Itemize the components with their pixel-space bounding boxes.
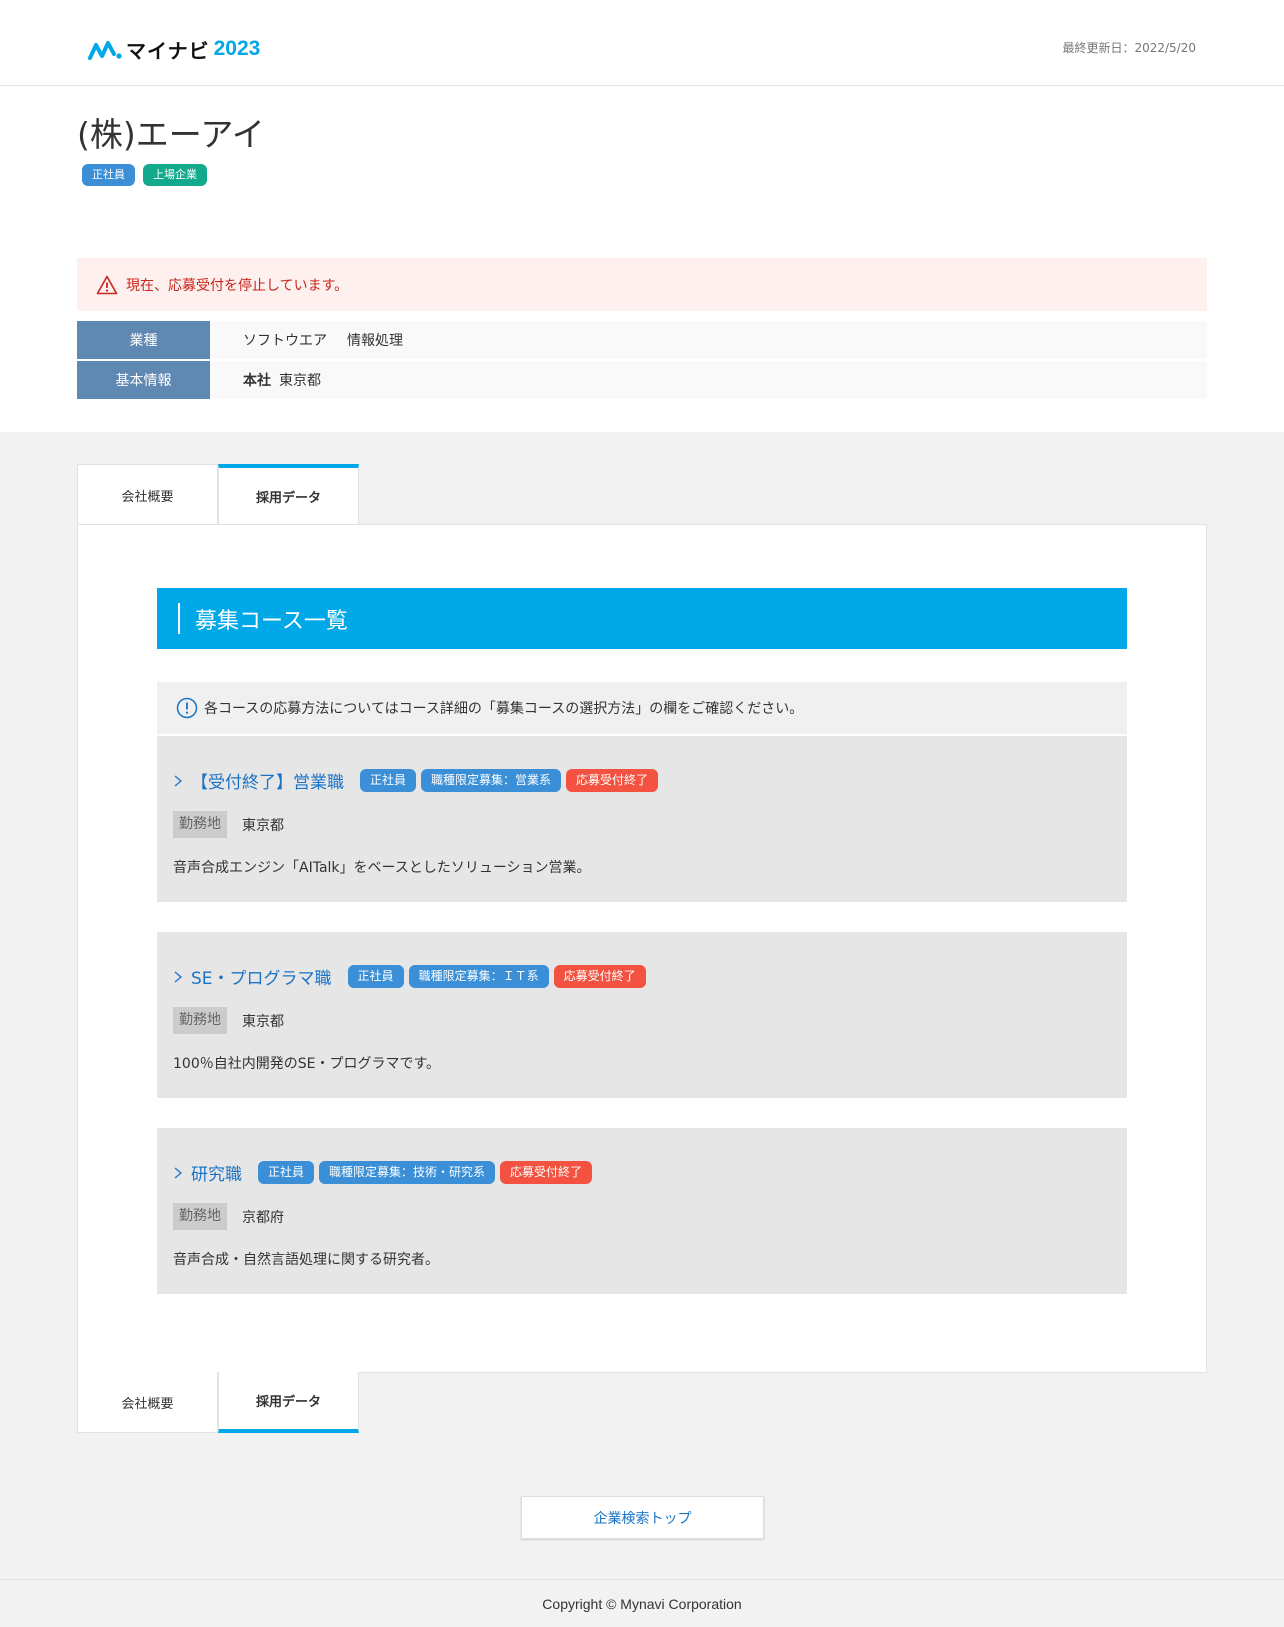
- tab-recruit-data[interactable]: 採用データ: [218, 1372, 359, 1433]
- info-label-industry: 業種: [77, 321, 210, 359]
- footer-copyright: Copyright © Mynavi Corporation: [0, 1579, 1284, 1627]
- logo-name: マイナビ: [126, 38, 210, 63]
- tag-employment: 正社員: [258, 1161, 315, 1184]
- alert-text: 現在、応募受付を停止しています。: [126, 277, 349, 294]
- logo-year: 2023: [213, 37, 261, 60]
- course-location: 勤務地 東京都: [173, 811, 284, 838]
- location-label: 勤務地: [173, 1007, 227, 1034]
- site-header: マイナビ 2023 最終更新日：2022/5/20: [0, 0, 1284, 86]
- chip-listed: 上場企業: [143, 164, 207, 186]
- hq-value: 東京都: [279, 373, 321, 389]
- course-item: 【受付終了】営業職 正社員 職種限定募集：営業系 応募受付終了 勤務地 東京都 …: [157, 736, 1127, 902]
- info-value-basic: 本社 東京都: [210, 361, 1207, 399]
- recruit-data-panel: 募集コース一覧 各コースの応募方法についてはコース詳細の「募集コースの選択方法」…: [77, 524, 1207, 1373]
- course-description: 100％自社内開発のSE・プログラマです。: [173, 1056, 441, 1072]
- course-title-row: 研究職 正社員 職種限定募集：技術・研究系 応募受付終了: [173, 1160, 597, 1185]
- tag-job-category: 職種限定募集：営業系: [421, 769, 562, 792]
- tag-status: 応募受付終了: [500, 1161, 593, 1184]
- industry-1: ソフトウエア: [243, 333, 327, 349]
- tag-job-category: 職種限定募集：技術・研究系: [319, 1161, 496, 1184]
- tab-company-overview[interactable]: 会社概要: [77, 464, 218, 525]
- course-description: 音声合成・自然言語処理に関する研究者。: [173, 1252, 439, 1268]
- tabs-bottom: 会社概要 採用データ: [77, 1372, 359, 1433]
- company-search-top-button[interactable]: 企業検索トップ: [521, 1496, 764, 1539]
- last-updated: 最終更新日：2022/5/20: [1062, 41, 1196, 55]
- course-notice: 各コースの応募方法についてはコース詳細の「募集コースの選択方法」の欄をご確認くだ…: [157, 682, 1127, 734]
- chevron-right-icon: [174, 775, 183, 786]
- tag-job-category: 職種限定募集：ＩＴ系: [408, 965, 549, 988]
- company-chips: 正社員 上場企業: [82, 164, 207, 186]
- tag-status: 応募受付終了: [553, 965, 646, 988]
- course-item: SE・プログラマ職 正社員 職種限定募集：ＩＴ系 応募受付終了 勤務地 東京都 …: [157, 932, 1127, 1098]
- course-title-row: SE・プログラマ職 正社員 職種限定募集：ＩＴ系 応募受付終了: [173, 964, 651, 989]
- tag-employment: 正社員: [360, 769, 417, 792]
- section-heading: 募集コース一覧: [157, 588, 1127, 649]
- chevron-right-icon: [174, 1167, 183, 1178]
- heading-bar: [178, 603, 180, 634]
- chip-employment: 正社員: [82, 164, 135, 186]
- course-title-link[interactable]: SE・プログラマ職: [191, 964, 332, 989]
- hq-label: 本社: [243, 373, 271, 389]
- location-value: 東京都: [242, 1013, 284, 1030]
- tab-recruit-data[interactable]: 採用データ: [218, 464, 359, 525]
- chevron-right-icon: [174, 971, 183, 982]
- course-item: 研究職 正社員 職種限定募集：技術・研究系 応募受付終了 勤務地 京都府 音声合…: [157, 1128, 1127, 1294]
- course-title-link[interactable]: 研究職: [191, 1160, 242, 1185]
- course-location: 勤務地 京都府: [173, 1203, 284, 1230]
- course-description: 音声合成エンジン「AITalk」をベースとしたソリューション営業。: [173, 860, 591, 876]
- tag-status: 応募受付終了: [566, 769, 659, 792]
- info-value-industry: ソフトウエア 情報処理: [210, 321, 1207, 359]
- notice-text: 各コースの応募方法についてはコース詳細の「募集コースの選択方法」の欄をご確認くだ…: [204, 701, 804, 717]
- location-label: 勤務地: [173, 1203, 227, 1230]
- warning-icon: [96, 275, 118, 294]
- application-closed-alert: 現在、応募受付を停止しています。: [77, 258, 1207, 311]
- course-title-row: 【受付終了】営業職 正社員 職種限定募集：営業系 応募受付終了: [173, 768, 663, 793]
- mynavi-logo[interactable]: マイナビ 2023: [88, 36, 261, 63]
- mynavi-logo-icon: [88, 41, 122, 60]
- tabs-top: 会社概要 採用データ: [77, 464, 359, 525]
- section-title: 募集コース一覧: [195, 608, 348, 634]
- info-label-basic: 基本情報: [77, 361, 210, 399]
- tab-company-overview[interactable]: 会社概要: [77, 1372, 218, 1433]
- top-area: マイナビ 2023 最終更新日：2022/5/20 (株)エーアイ 正社員 上場…: [0, 0, 1284, 432]
- location-value: 京都府: [242, 1209, 284, 1226]
- location-value: 東京都: [242, 817, 284, 834]
- company-info-table: 業種 ソフトウエア 情報処理 基本情報 本社 東京都: [77, 321, 1207, 401]
- location-label: 勤務地: [173, 811, 227, 838]
- company-name: (株)エーアイ: [77, 115, 265, 154]
- info-row-basic: 基本情報 本社 東京都: [77, 361, 1207, 399]
- course-location: 勤務地 東京都: [173, 1007, 284, 1034]
- info-row-industry: 業種 ソフトウエア 情報処理: [77, 321, 1207, 359]
- industry-2: 情報処理: [347, 333, 403, 349]
- info-icon: [176, 697, 198, 719]
- tag-employment: 正社員: [347, 965, 404, 988]
- course-title-link[interactable]: 【受付終了】営業職: [191, 768, 344, 793]
